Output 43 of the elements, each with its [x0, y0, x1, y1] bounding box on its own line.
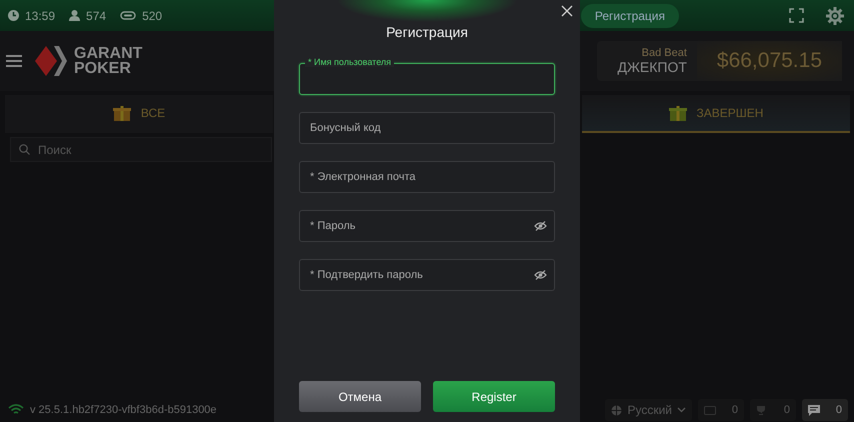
globe-icon	[611, 404, 622, 416]
cancel-button[interactable]: Отмена	[299, 381, 421, 412]
input-field[interactable]: * Электронная почта	[299, 161, 555, 193]
input-field[interactable]: * Пароль	[299, 210, 555, 242]
card-icon	[704, 406, 716, 414]
gift-icon	[112, 105, 131, 121]
players-count: 574	[86, 8, 106, 22]
hidden-eye-icon[interactable]	[534, 221, 547, 231]
version-text: v 25.5.1.hb2f7230-vfbf3b6d-b591300e	[30, 404, 217, 416]
settings-icon[interactable]	[826, 6, 844, 24]
menu-icon[interactable]	[6, 55, 22, 67]
logo-text: GARANT POKER	[74, 46, 142, 76]
input-field[interactable]: Бонусный код	[299, 112, 555, 144]
person-icon	[69, 10, 80, 21]
register-button[interactable]: Регистрация	[580, 4, 679, 28]
filter-tab[interactable]: ЗАВЕРШЕН	[582, 95, 850, 133]
chat-icon	[808, 404, 820, 416]
search-field[interactable]: Поиск	[10, 137, 272, 162]
jackpot-title: ДЖЕКПОТ	[617, 59, 687, 75]
chevron-icon	[677, 407, 686, 413]
counter-button[interactable]: 0	[750, 399, 796, 421]
search-icon	[19, 144, 30, 155]
wifi-icon	[8, 404, 24, 416]
clock-time: 13:59	[25, 8, 56, 22]
jackpot-caption: Bad Beat	[642, 47, 687, 59]
jackpot-amount: $66,075.15	[696, 41, 842, 81]
gift-icon	[668, 105, 687, 121]
counter-button[interactable]: 0	[698, 399, 744, 421]
counter-button[interactable]: 0	[802, 399, 848, 421]
close-icon[interactable]	[561, 5, 573, 17]
fullscreen-icon[interactable]	[789, 8, 804, 23]
hidden-eye-icon[interactable]	[534, 270, 547, 280]
tables-count: 520	[142, 8, 162, 22]
filter-tab[interactable]: ВСЕ	[5, 95, 273, 133]
field-label: * Имя пользователя	[305, 57, 394, 67]
input-field[interactable]: * Подтвердить пароль	[299, 259, 555, 291]
dialog-title: Регистрация	[386, 24, 468, 40]
clock-icon	[8, 10, 19, 21]
table-icon	[120, 11, 136, 20]
trophy-icon	[756, 405, 766, 415]
register-button[interactable]: Register	[433, 381, 555, 412]
logo-icon	[34, 45, 68, 77]
language-select[interactable]: Русский	[605, 399, 692, 421]
